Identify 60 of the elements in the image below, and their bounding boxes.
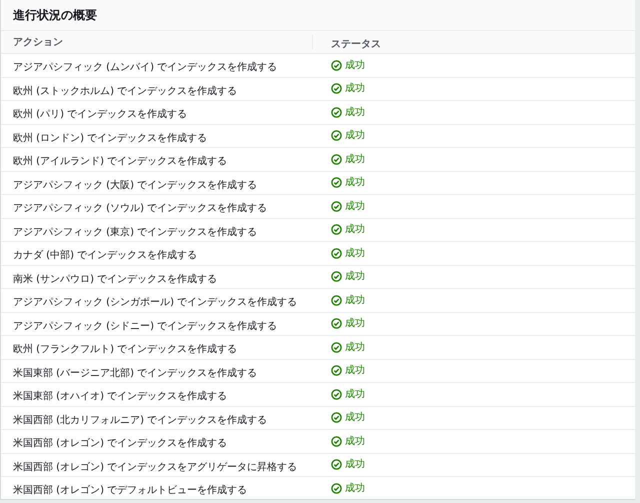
table-cell: 欧州 (ストックホルム) でインデックスを作成する bbox=[13, 86, 238, 97]
check-circle-icon bbox=[331, 224, 342, 236]
check-circle-icon bbox=[331, 271, 342, 282]
status-text: 成功 bbox=[345, 200, 365, 214]
table-cell: アジアパシフィック (ソウル) でインデックスを作成する bbox=[13, 203, 268, 214]
status-text: 成功 bbox=[345, 316, 365, 332]
check-circle-icon bbox=[331, 365, 342, 376]
table-cell: アジアパシフィック (シンガポール) でインデックスを作成する bbox=[13, 297, 298, 308]
table-cell: アジアパシフィック (大阪) でインデックスを作成する bbox=[13, 180, 258, 191]
table-cell: 米国西部 (オレゴン) でインデックスをアグリゲータに昇格する bbox=[13, 462, 298, 473]
status-text: 成功 bbox=[345, 294, 365, 308]
table-cell: アジアパシフィック (ムンバイ) でインデックスを作成する bbox=[13, 62, 278, 74]
status-text: 成功 bbox=[345, 246, 365, 261]
table-cell: 米国東部 (オハイオ) でインデックスを作成する bbox=[13, 391, 228, 402]
status-text: 成功 bbox=[345, 152, 365, 167]
table-cell: 米国西部 (オレゴン) でデフォルトビューを作成する bbox=[13, 485, 248, 496]
status-text: 成功 bbox=[345, 106, 365, 120]
table-cell: 欧州 (ロンドン) でインデックスを作成する bbox=[13, 132, 208, 144]
column-header: アクション bbox=[13, 36, 63, 50]
table-cell: 米国西部 (北カリフォルニア) でインデックスを作成する bbox=[13, 414, 268, 426]
panel-title: 進行状況の概要 bbox=[13, 7, 97, 24]
check-circle-icon bbox=[331, 412, 342, 424]
check-circle-icon bbox=[331, 248, 342, 259]
check-circle-icon bbox=[331, 200, 342, 212]
check-circle-icon bbox=[331, 482, 342, 494]
check-circle-icon bbox=[331, 106, 342, 118]
status-text: 成功 bbox=[345, 482, 365, 496]
table-cell: 米国東部 (バージニア北部) でインデックスを作成する bbox=[13, 368, 258, 379]
check-circle-icon bbox=[331, 177, 342, 188]
table-cell: 欧州 (アイルランド) でインデックスを作成する bbox=[13, 156, 228, 168]
check-circle-icon bbox=[331, 459, 342, 470]
check-circle-icon bbox=[331, 342, 342, 353]
table-cell: 欧州 (パリ) でインデックスを作成する bbox=[13, 109, 188, 120]
status-text: 成功 bbox=[345, 364, 365, 378]
check-circle-icon bbox=[331, 294, 342, 306]
check-circle-icon bbox=[331, 154, 342, 165]
table-cell: アジアパシフィック (東京) でインデックスを作成する bbox=[13, 226, 258, 238]
check-circle-icon bbox=[331, 388, 342, 400]
check-circle-icon bbox=[331, 130, 342, 142]
status-text: 成功 bbox=[345, 128, 365, 144]
status-text: 成功 bbox=[345, 388, 365, 402]
check-circle-icon bbox=[331, 318, 342, 330]
check-circle-icon bbox=[331, 60, 342, 71]
table-cell: アジアパシフィック (シドニー) でインデックスを作成する bbox=[13, 320, 278, 332]
status-text: 成功 bbox=[345, 434, 365, 449]
table-cell: カナダ (中部) でインデックスを作成する bbox=[13, 250, 198, 262]
check-circle-icon bbox=[331, 436, 342, 447]
status-text: 成功 bbox=[345, 222, 365, 238]
status-text: 成功 bbox=[345, 58, 365, 73]
table-cell: 欧州 (フランクフルト) でインデックスを作成する bbox=[13, 344, 238, 356]
table-cell: 米国西部 (オレゴン) でインデックスを作成する bbox=[13, 438, 228, 450]
check-circle-icon bbox=[331, 83, 342, 94]
column-header: ステータス bbox=[331, 39, 381, 50]
status-text: 成功 bbox=[345, 410, 365, 426]
status-text: 成功 bbox=[345, 82, 365, 96]
status-text: 成功 bbox=[345, 340, 365, 355]
status-text: 成功 bbox=[345, 270, 365, 284]
status-text: 成功 bbox=[345, 458, 365, 472]
table-cell: 南米 (サンパウロ) でインデックスを作成する bbox=[13, 274, 218, 285]
status-text: 成功 bbox=[345, 176, 365, 190]
